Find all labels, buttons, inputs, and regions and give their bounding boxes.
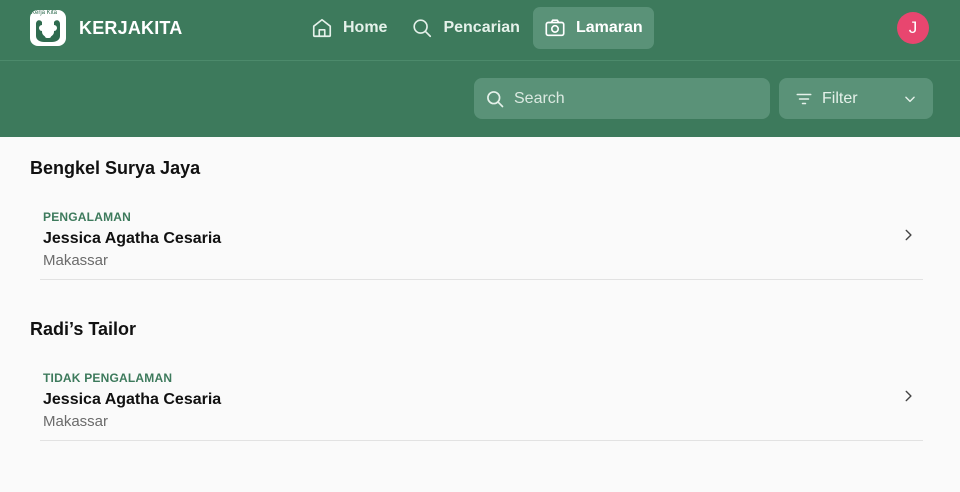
logo-text: Kerja Kita — [31, 10, 58, 16]
nav-item-pencarian[interactable]: Pencarian — [400, 7, 530, 49]
company-title: Radi’s Tailor — [30, 319, 137, 339]
nav-item-home[interactable]: Home — [300, 7, 398, 49]
brand-name: KERJAKITA — [79, 17, 183, 38]
chevron-down-icon — [905, 96, 915, 103]
nav-item-label: Pencarian — [443, 19, 520, 36]
nav-item-label: Lamaran — [575, 19, 643, 36]
camera-icon — [545, 19, 565, 37]
top-navbar: Kerja Kita KERJAKITA Home Pencarian Lama… — [0, 0, 960, 61]
main-nav: Home Pencarian Lamaran — [300, 7, 656, 49]
user-avatar[interactable]: J — [897, 12, 929, 44]
applicant-city: Makassar — [43, 413, 109, 430]
filter-dropdown[interactable]: Filter — [779, 78, 933, 119]
filter-label: Filter — [822, 89, 858, 107]
applicant-name: Jessica Agatha Cesaria — [43, 391, 222, 408]
search-box[interactable] — [474, 78, 770, 119]
applicant-name: Jessica Agatha Cesaria — [43, 230, 222, 247]
app-header: Kerja Kita KERJAKITA Home Pencarian Lama… — [0, 0, 960, 137]
experience-tag: PENGALAMAN — [43, 210, 131, 224]
nav-item-lamaran[interactable]: Lamaran — [532, 7, 654, 49]
nav-item-label: Home — [343, 19, 388, 36]
home-icon — [312, 18, 332, 38]
experience-tag: TIDAK PENGALAMAN — [43, 371, 173, 385]
brand-logo: Kerja Kita — [30, 10, 66, 46]
brand[interactable]: Kerja Kita KERJAKITA — [30, 10, 182, 46]
application-card[interactable]: TIDAK PENGALAMAN Jessica Agatha Cesaria … — [40, 359, 923, 441]
search-icon — [487, 90, 504, 107]
applicant-city: Makassar — [43, 252, 109, 269]
search-icon — [413, 19, 432, 38]
application-card[interactable]: PENGALAMAN Jessica Agatha Cesaria Makass… — [40, 198, 923, 280]
search-input[interactable] — [514, 83, 754, 114]
chevron-right-icon — [905, 229, 912, 241]
company-title: Bengkel Surya Jaya — [30, 158, 201, 178]
avatar-initial: J — [908, 18, 918, 37]
chevron-right-icon — [905, 390, 912, 402]
filter-icon — [796, 93, 812, 104]
